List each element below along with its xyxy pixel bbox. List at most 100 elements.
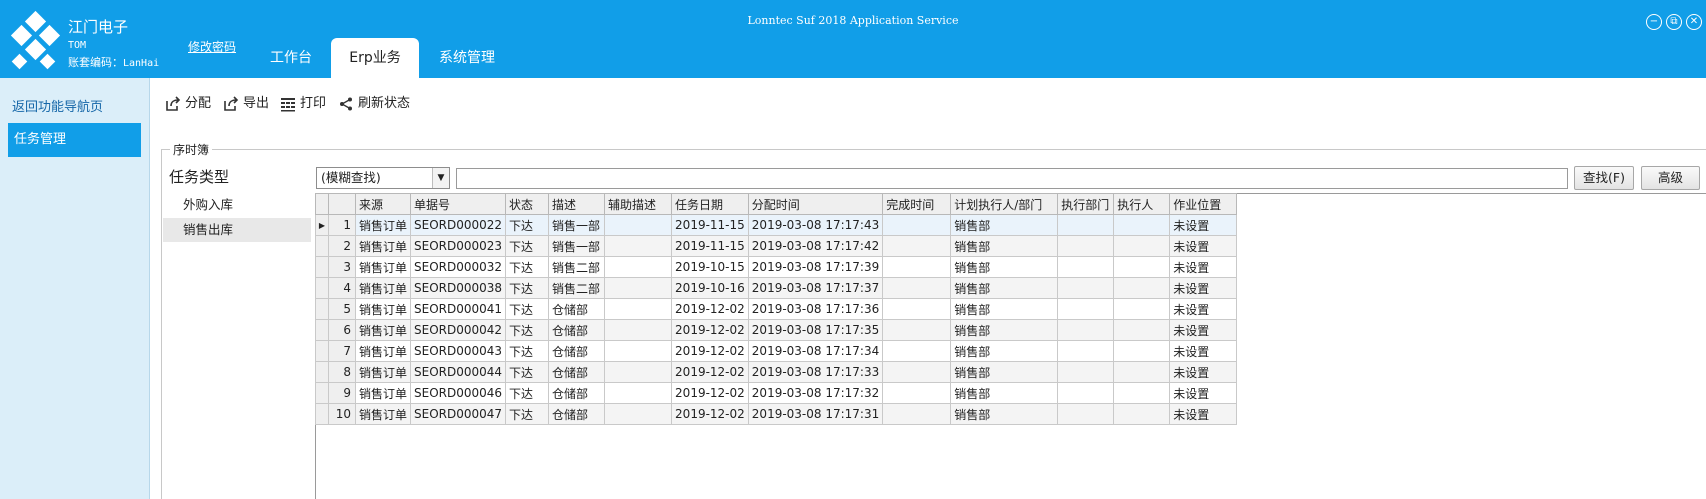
find-button[interactable]: 查找(F) xyxy=(1574,166,1634,190)
grid-cell[interactable] xyxy=(604,277,673,299)
grid-cell[interactable]: 2019-03-08 17:17:36 xyxy=(747,298,884,320)
grid-cell[interactable]: 2019-03-08 17:17:32 xyxy=(747,382,884,404)
grid-cell[interactable]: SEORD000046 xyxy=(410,382,507,404)
col-header[interactable]: 完成时间 xyxy=(882,193,952,215)
grid-cell[interactable] xyxy=(1113,214,1171,236)
grid-cell[interactable]: 未设置 xyxy=(1169,235,1238,257)
grid-cell[interactable]: 2019-03-08 17:17:35 xyxy=(747,319,884,341)
col-header[interactable]: 描述 xyxy=(548,193,606,215)
grid-cell[interactable]: SEORD000043 xyxy=(410,340,507,362)
col-header[interactable]: 计划执行人/部门 xyxy=(950,193,1059,215)
col-header[interactable]: 状态 xyxy=(505,193,550,215)
table-row[interactable]: 3 销售订单 SEORD000032 下达 销售二部 2019-10-15 2019-03-… xyxy=(315,256,1238,278)
grid-cell[interactable]: 2019-10-15 xyxy=(671,256,749,278)
assign-button[interactable]: 分配 xyxy=(165,94,213,114)
grid-cell[interactable] xyxy=(1113,256,1171,278)
grid-cell[interactable]: 仓储部 xyxy=(548,319,606,341)
grid-cell[interactable] xyxy=(1113,403,1171,425)
grid-cell[interactable] xyxy=(1113,361,1171,383)
grid-cell[interactable]: 2019-12-02 xyxy=(671,361,749,383)
grid-cell[interactable] xyxy=(604,361,673,383)
grid-cell[interactable] xyxy=(604,403,673,425)
grid-cell[interactable]: 销售一部 xyxy=(548,235,606,257)
grid-cell[interactable]: 下达 xyxy=(505,277,550,299)
table-row[interactable]: 9 销售订单 SEORD000046 下达 仓储部 2019-12-02 2019-03-0… xyxy=(315,382,1238,404)
grid-cell[interactable] xyxy=(1113,340,1171,362)
table-row[interactable]: 8 销售订单 SEORD000044 下达 仓储部 2019-12-02 2019-03-0… xyxy=(315,361,1238,383)
grid-cell[interactable] xyxy=(604,256,673,278)
grid-cell[interactable]: 未设置 xyxy=(1169,361,1238,383)
grid-cell[interactable] xyxy=(1057,403,1115,425)
grid-cell[interactable]: 销售部 xyxy=(950,361,1059,383)
grid-cell[interactable]: SEORD000023 xyxy=(410,235,507,257)
grid-cell[interactable]: 销售部 xyxy=(950,277,1059,299)
grid-cell[interactable] xyxy=(882,235,952,257)
search-mode-select[interactable]: (模糊查找) ▼ xyxy=(316,167,450,189)
grid-cell[interactable] xyxy=(1113,298,1171,320)
tab-system-management[interactable]: 系统管理 xyxy=(430,38,504,78)
grid-cell[interactable]: 销售订单 xyxy=(354,403,412,425)
table-row[interactable]: 7 销售订单 SEORD000043 下达 仓储部 2019-12-02 2019-03-0… xyxy=(315,340,1238,362)
grid-cell[interactable]: 2019-12-02 xyxy=(671,298,749,320)
grid-cell[interactable] xyxy=(1057,382,1115,404)
chevron-down-icon[interactable]: ▼ xyxy=(432,168,449,188)
grid-cell[interactable] xyxy=(604,235,673,257)
col-header[interactable]: 执行人 xyxy=(1113,193,1171,215)
grid-cell[interactable]: 未设置 xyxy=(1169,403,1238,425)
grid-cell[interactable]: 下达 xyxy=(505,256,550,278)
grid-cell[interactable]: 仓储部 xyxy=(548,382,606,404)
grid-cell[interactable]: 下达 xyxy=(505,361,550,383)
grid-cell[interactable]: 销售订单 xyxy=(354,319,412,341)
table-row[interactable]: 2 销售订单 SEORD000023 下达 销售一部 2019-11-15 2019-03-… xyxy=(315,235,1238,257)
grid-cell[interactable]: 2019-10-16 xyxy=(671,277,749,299)
grid-cell[interactable]: 2019-12-02 xyxy=(671,403,749,425)
search-input[interactable] xyxy=(456,168,1568,189)
grid-cell[interactable]: 未设置 xyxy=(1169,382,1238,404)
grid-cell[interactable]: SEORD000042 xyxy=(410,319,507,341)
grid-cell[interactable] xyxy=(882,319,952,341)
col-header[interactable]: 辅助描述 xyxy=(604,193,673,215)
grid-cell[interactable]: 2019-03-08 17:17:39 xyxy=(747,256,884,278)
grid-cell[interactable]: 2019-11-15 xyxy=(671,214,749,236)
grid-cell[interactable]: 销售订单 xyxy=(354,382,412,404)
grid-cell[interactable] xyxy=(1113,319,1171,341)
task-type-sales-out[interactable]: 销售出库 xyxy=(163,218,311,242)
col-header[interactable]: 单据号 xyxy=(410,193,507,215)
grid-cell[interactable]: 销售订单 xyxy=(354,340,412,362)
grid-cell[interactable]: 下达 xyxy=(505,382,550,404)
grid-cell[interactable]: 销售部 xyxy=(950,340,1059,362)
grid-cell[interactable] xyxy=(882,277,952,299)
grid-cell[interactable] xyxy=(882,214,952,236)
grid-cell[interactable]: SEORD000041 xyxy=(410,298,507,320)
grid-cell[interactable]: 未设置 xyxy=(1169,214,1238,236)
grid-cell[interactable] xyxy=(1057,277,1115,299)
grid-cell[interactable]: SEORD000038 xyxy=(410,277,507,299)
grid-cell[interactable]: 销售订单 xyxy=(354,235,412,257)
grid-cell[interactable]: 销售部 xyxy=(950,319,1059,341)
grid-cell[interactable]: 未设置 xyxy=(1169,277,1238,299)
table-row[interactable]: 10 销售订单 SEORD000047 下达 仓储部 2019-12-02 2019-03-… xyxy=(315,403,1238,425)
grid-cell[interactable] xyxy=(882,382,952,404)
grid-cell[interactable]: 2019-03-08 17:17:33 xyxy=(747,361,884,383)
grid-cell[interactable] xyxy=(1113,235,1171,257)
grid-cell[interactable]: 下达 xyxy=(505,235,550,257)
grid-cell[interactable] xyxy=(604,319,673,341)
grid-cell[interactable] xyxy=(1057,319,1115,341)
grid-cell[interactable]: 2019-03-08 17:17:31 xyxy=(747,403,884,425)
grid-cell[interactable]: 销售订单 xyxy=(354,277,412,299)
table-row[interactable]: ▶ 1 销售订单 SEORD000022 下达 销售一部 2019-11-15 2019-03… xyxy=(315,214,1238,236)
grid-cell[interactable] xyxy=(882,403,952,425)
grid-cell[interactable]: 下达 xyxy=(505,319,550,341)
col-header[interactable]: 任务日期 xyxy=(671,193,749,215)
grid-cell[interactable]: 仓储部 xyxy=(548,298,606,320)
restore-icon[interactable]: ⧉ xyxy=(1666,14,1682,30)
table-row[interactable]: 5 销售订单 SEORD000041 下达 仓储部 2019-12-02 2019-03-0… xyxy=(315,298,1238,320)
col-header[interactable]: 执行部门 xyxy=(1057,193,1115,215)
table-row[interactable]: 6 销售订单 SEORD000042 下达 仓储部 2019-12-02 2019-03-0… xyxy=(315,319,1238,341)
task-type-purchase-in[interactable]: 外购入库 xyxy=(163,193,311,217)
grid-cell[interactable]: SEORD000047 xyxy=(410,403,507,425)
grid-cell[interactable]: 2019-11-15 xyxy=(671,235,749,257)
col-header[interactable]: 来源 xyxy=(354,193,412,215)
grid-cell[interactable]: 销售部 xyxy=(950,298,1059,320)
grid-cell[interactable]: 未设置 xyxy=(1169,256,1238,278)
